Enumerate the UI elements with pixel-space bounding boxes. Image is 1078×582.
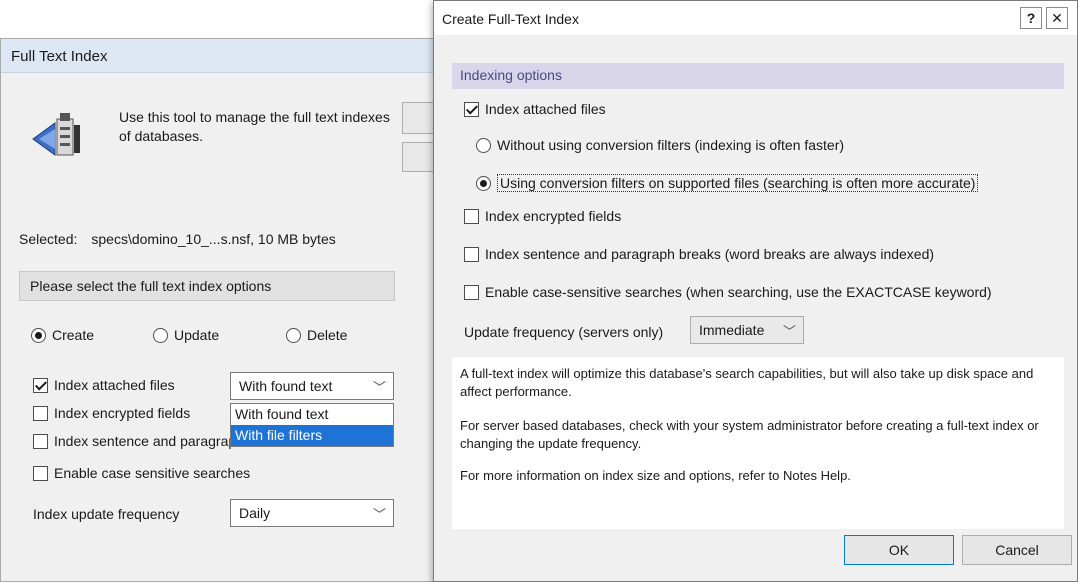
indexing-options-header: Indexing options bbox=[452, 63, 1064, 89]
update-frequency-value: Immediate bbox=[699, 322, 765, 338]
attached-files-combo[interactable]: With found text ﹀ bbox=[230, 372, 394, 400]
radio-update-label: Update bbox=[174, 327, 220, 343]
tool-description: Use this tool to manage the full text in… bbox=[119, 109, 390, 144]
help-button[interactable]: ? bbox=[1020, 7, 1042, 29]
close-icon[interactable]: ✕ bbox=[1046, 7, 1068, 29]
radio-delete-label: Delete bbox=[307, 327, 348, 343]
radio-without-filters-indicator[interactable] bbox=[476, 137, 491, 153]
radio-delete[interactable]: Delete bbox=[286, 327, 347, 343]
radio-create-indicator[interactable] bbox=[31, 327, 46, 343]
checkbox-index-attached-label: Index attached files bbox=[54, 377, 175, 393]
checkbox-index-encrypted-fields-label: Index encrypted fields bbox=[485, 208, 622, 224]
radio-create-label: Create bbox=[52, 327, 95, 343]
chevron-down-icon[interactable]: ﹀ bbox=[373, 504, 386, 523]
radio-without-filters-label: Without using conversion filters (indexi… bbox=[497, 137, 845, 153]
indexing-options-title: Indexing options bbox=[460, 67, 562, 83]
checkbox-index-attached-box[interactable] bbox=[33, 377, 48, 393]
dropdown-option-file-filters[interactable]: With file filters bbox=[231, 425, 393, 446]
checkbox-index-encrypted[interactable]: Index encrypted fields bbox=[33, 405, 190, 421]
checkbox-index-encrypted-box[interactable] bbox=[33, 405, 48, 421]
attached-files-dropdown: With found text With file filters bbox=[230, 403, 394, 447]
frequency-combo-value: Daily bbox=[239, 505, 271, 521]
frequency-label: Index update frequency bbox=[33, 506, 180, 522]
database-tool-icon bbox=[32, 113, 80, 156]
checkbox-index-sentence-breaks-label: Index sentence and paragraph breaks (wor… bbox=[485, 246, 935, 262]
update-frequency-combo[interactable]: Immediate ﹀ bbox=[690, 316, 804, 344]
chevron-down-icon[interactable]: ﹀ bbox=[373, 377, 386, 396]
checkbox-index-attached[interactable]: Index attached files bbox=[33, 377, 175, 393]
selected-value: specs\domino_10_...s.nsf, 10 MB bytes bbox=[91, 231, 336, 247]
info-notes-help: For more information on index size and o… bbox=[460, 468, 851, 483]
create-dialog-titlebar: Create Full-Text Index ? ✕ bbox=[434, 1, 1077, 35]
checkbox-index-encrypted-fields[interactable]: Index encrypted fields bbox=[464, 208, 621, 224]
radio-with-filters[interactable]: Using conversion filters on supported fi… bbox=[476, 174, 979, 192]
radio-without-filters[interactable]: Without using conversion filters (indexi… bbox=[476, 137, 844, 153]
radio-with-filters-indicator[interactable] bbox=[476, 175, 491, 191]
checkbox-index-attached-files-box[interactable] bbox=[464, 101, 479, 117]
frequency-combo[interactable]: Daily ﹀ bbox=[230, 499, 394, 527]
checkbox-index-attached-files-label: Index attached files bbox=[485, 101, 606, 117]
chevron-down-icon[interactable]: ﹀ bbox=[783, 321, 796, 340]
dialog-title: Full Text Index bbox=[11, 48, 108, 65]
checkbox-index-sentence-breaks[interactable]: Index sentence and paragraph breaks (wor… bbox=[464, 246, 934, 262]
checkbox-index-encrypted-label: Index encrypted fields bbox=[54, 405, 191, 421]
create-full-text-index-dialog: Create Full-Text Index ? ✕ Indexing opti… bbox=[433, 0, 1078, 582]
selected-database: Selected: specs\domino_10_...s.nsf, 10 MB… bbox=[19, 231, 336, 247]
checkbox-case-sensitive-label: Enable case sensitive searches bbox=[54, 465, 251, 481]
radio-create[interactable]: Create bbox=[31, 327, 94, 343]
checkbox-index-attached-files[interactable]: Index attached files bbox=[464, 101, 606, 117]
checkbox-case-sensitive-searches[interactable]: Enable case-sensitive searches (when sea… bbox=[464, 284, 992, 300]
update-frequency-label: Update frequency (servers only) bbox=[464, 324, 664, 340]
selected-label: Selected: bbox=[19, 231, 78, 247]
radio-update-indicator[interactable] bbox=[153, 327, 168, 343]
options-header: Please select the full text index option… bbox=[19, 271, 395, 301]
options-header-text: Please select the full text index option… bbox=[30, 278, 272, 294]
checkbox-case-sensitive-searches-box[interactable] bbox=[464, 284, 479, 300]
create-dialog-title: Create Full-Text Index bbox=[442, 11, 579, 27]
checkbox-case-sensitive[interactable]: Enable case sensitive searches bbox=[33, 465, 250, 481]
radio-with-filters-label: Using conversion filters on supported fi… bbox=[497, 174, 979, 192]
ok-button[interactable]: OK bbox=[844, 535, 954, 565]
radio-delete-indicator[interactable] bbox=[286, 327, 301, 343]
checkbox-case-sensitive-box[interactable] bbox=[33, 465, 48, 481]
checkbox-index-encrypted-fields-box[interactable] bbox=[464, 208, 479, 224]
radio-update[interactable]: Update bbox=[153, 327, 219, 343]
checkbox-index-sentence-box[interactable] bbox=[33, 433, 48, 449]
info-performance: A full-text index will optimize this dat… bbox=[460, 366, 1034, 399]
dropdown-option-found-text[interactable]: With found text bbox=[231, 404, 393, 424]
info-panel: A full-text index will optimize this dat… bbox=[452, 357, 1064, 529]
cancel-button[interactable]: Cancel bbox=[962, 535, 1072, 565]
checkbox-index-sentence-breaks-box[interactable] bbox=[464, 246, 479, 262]
attached-files-combo-value: With found text bbox=[239, 378, 333, 394]
checkbox-case-sensitive-searches-label: Enable case-sensitive searches (when sea… bbox=[485, 284, 992, 300]
info-server-admin: For server based databases, check with y… bbox=[460, 418, 1039, 451]
